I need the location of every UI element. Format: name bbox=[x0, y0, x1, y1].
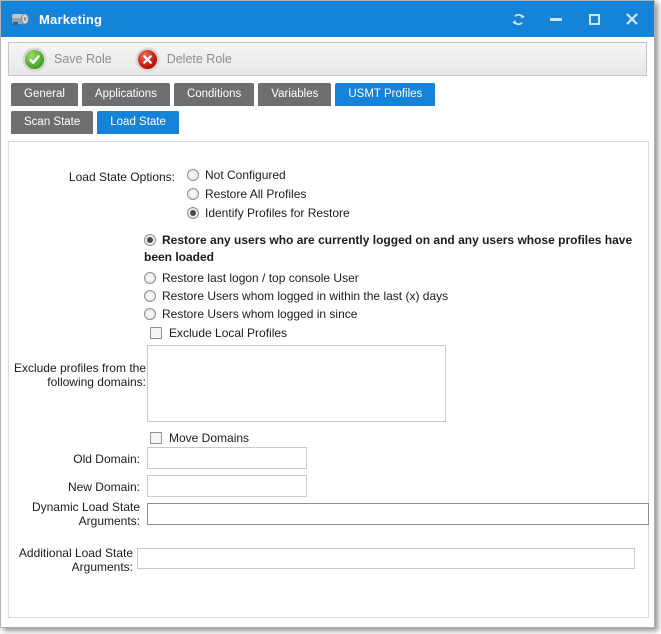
tab-load-state[interactable]: Load State bbox=[97, 111, 179, 134]
radio-restore-all-profiles[interactable]: Restore All Profiles bbox=[187, 186, 306, 203]
save-role-label: Save Role bbox=[54, 52, 112, 66]
checkbox-icon bbox=[150, 432, 162, 444]
green-check-orb-icon bbox=[23, 48, 46, 71]
radio-restore-last-logon[interactable]: Restore last logon / top console User bbox=[144, 270, 650, 287]
move-domains-checkbox[interactable]: Move Domains bbox=[150, 430, 249, 447]
titlebar: Marketing bbox=[1, 1, 654, 37]
additional-load-state-arguments-label: Additional Load State Arguments: bbox=[9, 546, 133, 574]
radio-icon bbox=[187, 169, 199, 181]
exclude-local-profiles-checkbox[interactable]: Exclude Local Profiles bbox=[150, 325, 287, 342]
checkbox-icon bbox=[150, 327, 162, 339]
dynamic-load-state-arguments-input[interactable] bbox=[147, 503, 649, 525]
tab-variables[interactable]: Variables bbox=[258, 83, 331, 106]
toolbar: Save Role Delete Role bbox=[8, 42, 647, 76]
app-icon bbox=[11, 10, 31, 28]
new-domain-input[interactable] bbox=[147, 475, 307, 497]
radio-icon bbox=[187, 207, 199, 219]
main-tabs: General Applications Conditions Variable… bbox=[11, 83, 435, 106]
radio-icon bbox=[144, 308, 156, 320]
delete-role-button[interactable]: Delete Role bbox=[136, 48, 232, 71]
screen: Marketing bbox=[0, 0, 661, 634]
new-domain-label: New Domain: bbox=[9, 480, 140, 494]
app-window: Marketing bbox=[0, 0, 655, 628]
additional-load-state-arguments-input[interactable] bbox=[137, 548, 635, 569]
minimize-icon[interactable] bbox=[548, 11, 564, 27]
radio-restore-logged-in-since[interactable]: Restore Users whom logged in since bbox=[144, 306, 650, 323]
tab-conditions[interactable]: Conditions bbox=[174, 83, 254, 106]
sub-tabs: Scan State Load State bbox=[11, 111, 179, 134]
radio-restore-logged-on-users[interactable]: Restore any users who are currently logg… bbox=[144, 232, 650, 266]
red-x-orb-icon bbox=[136, 48, 159, 71]
refresh-icon[interactable] bbox=[510, 11, 526, 27]
tab-scan-state[interactable]: Scan State bbox=[11, 111, 93, 134]
load-state-panel: Load State Options: Not Configured Resto… bbox=[8, 141, 649, 618]
old-domain-label: Old Domain: bbox=[9, 452, 140, 466]
exclude-domains-label: Exclude profiles from the following doma… bbox=[9, 361, 146, 389]
radio-icon bbox=[144, 272, 156, 284]
old-domain-input[interactable] bbox=[147, 447, 307, 469]
close-icon[interactable] bbox=[624, 11, 640, 27]
radio-identify-profiles[interactable]: Identify Profiles for Restore bbox=[187, 205, 350, 222]
radio-not-configured[interactable]: Not Configured bbox=[187, 167, 286, 184]
radio-icon bbox=[144, 290, 156, 302]
save-role-button[interactable]: Save Role bbox=[23, 48, 112, 71]
radio-icon bbox=[187, 188, 199, 200]
tab-usmt-profiles[interactable]: USMT Profiles bbox=[335, 83, 435, 106]
window-title: Marketing bbox=[39, 12, 102, 27]
maximize-icon[interactable] bbox=[586, 11, 602, 27]
exclude-domains-textarea[interactable] bbox=[147, 345, 446, 422]
delete-role-label: Delete Role bbox=[167, 52, 232, 66]
load-state-options-label: Load State Options: bbox=[9, 170, 175, 184]
radio-icon bbox=[144, 234, 156, 246]
dynamic-load-state-arguments-label: Dynamic Load State Arguments: bbox=[9, 500, 140, 528]
tab-general[interactable]: General bbox=[11, 83, 78, 106]
radio-restore-last-x-days[interactable]: Restore Users whom logged in within the … bbox=[144, 288, 650, 305]
tab-applications[interactable]: Applications bbox=[82, 83, 170, 106]
